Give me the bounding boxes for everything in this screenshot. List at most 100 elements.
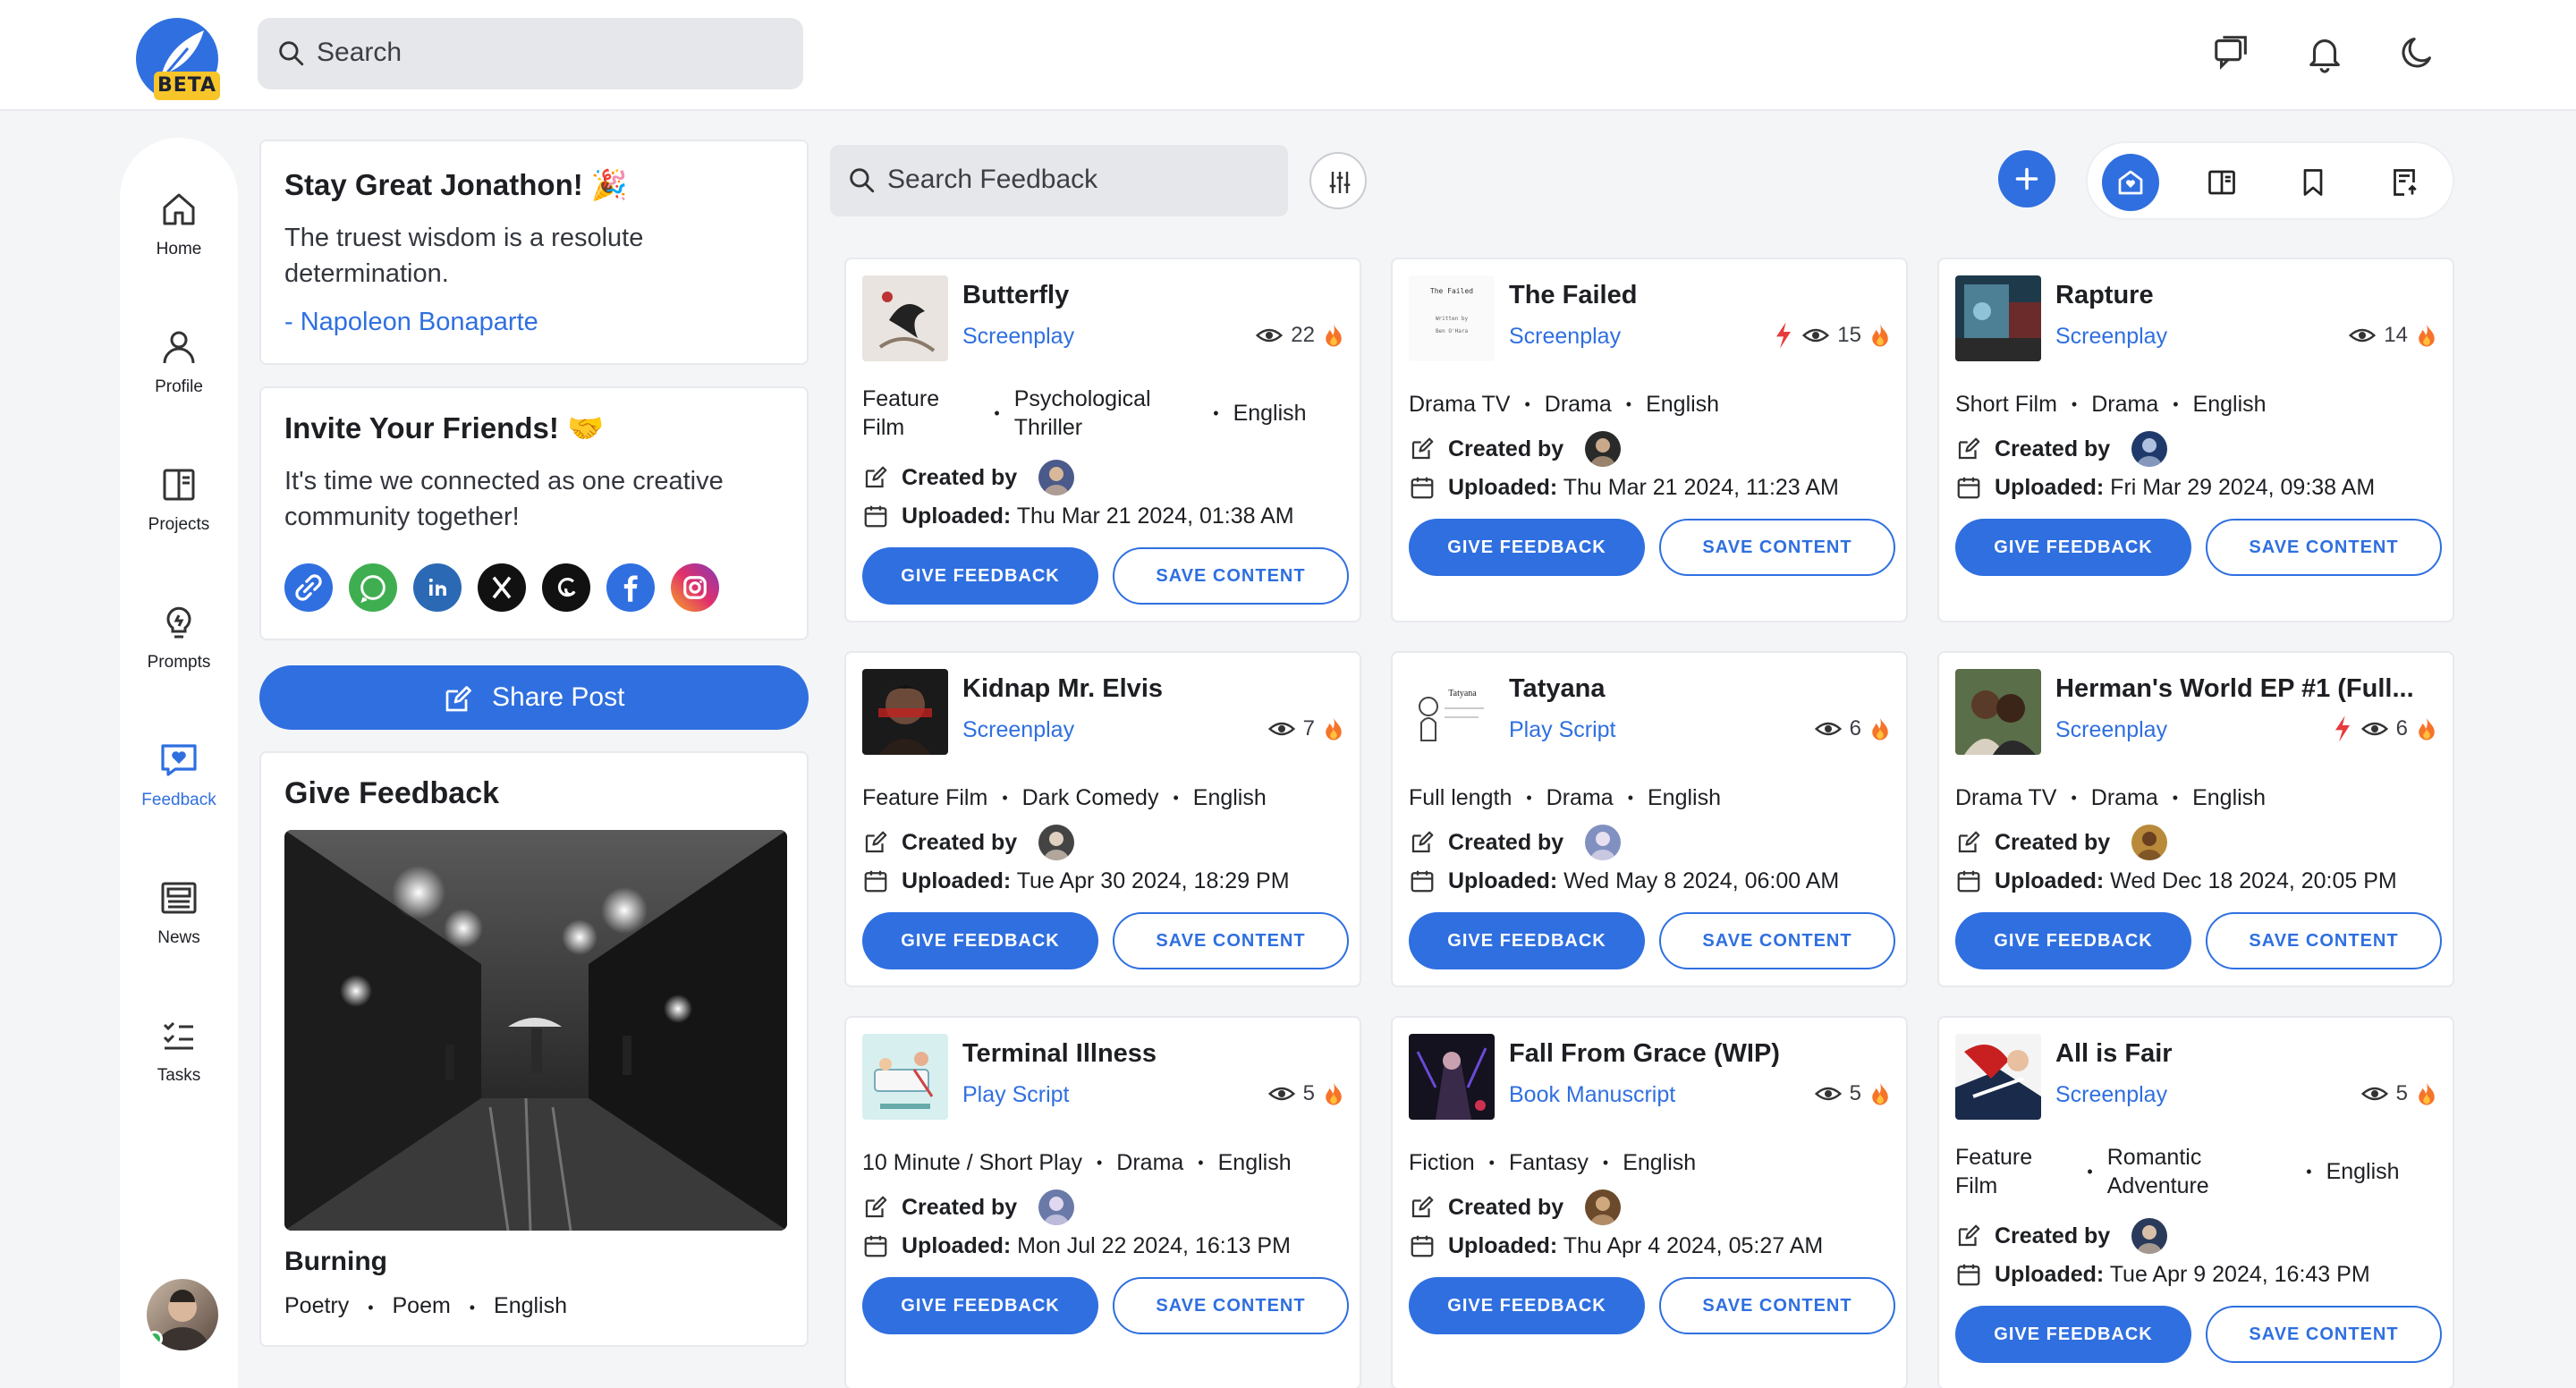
- feedback-card[interactable]: Terminal Illness Play Script 5 10 Minute…: [844, 1016, 1361, 1388]
- lightbulb-icon: [166, 606, 191, 639]
- give-feedback-button[interactable]: GIVE FEEDBACK: [1955, 1306, 2191, 1363]
- card-title[interactable]: Tatyana: [1509, 674, 1894, 704]
- card-thumbnail[interactable]: [1955, 669, 2041, 755]
- global-search-input[interactable]: Search: [258, 18, 803, 89]
- home-icon: [163, 193, 195, 225]
- app-logo[interactable]: BETA: [132, 16, 225, 102]
- card-thumbnail[interactable]: The Failed Written by Ben O'Hara: [1409, 275, 1495, 361]
- nav-projects[interactable]: Projects: [120, 463, 238, 535]
- nav-home[interactable]: Home: [120, 188, 238, 259]
- give-feedback-button[interactable]: GIVE FEEDBACK: [1955, 912, 2191, 969]
- bell-icon[interactable]: [2304, 32, 2345, 73]
- card-thumbnail[interactable]: [862, 1034, 948, 1120]
- feedback-card[interactable]: Tatyana Tatyana Play Script 6 Full lengt…: [1391, 651, 1908, 987]
- save-content-button[interactable]: SAVE CONTENT: [1113, 547, 1349, 605]
- share-link-button[interactable]: [284, 563, 333, 612]
- fire-icon: [1872, 717, 1888, 741]
- give-feedback-image[interactable]: [284, 830, 787, 1231]
- creator-avatar[interactable]: [1585, 431, 1622, 467]
- give-feedback-button[interactable]: GIVE FEEDBACK: [1409, 1277, 1645, 1334]
- view-projects-button[interactable]: [2193, 154, 2250, 211]
- nav-feedback[interactable]: Feedback: [120, 739, 238, 810]
- card-title[interactable]: Rapture: [2055, 281, 2440, 310]
- feedback-icon: [161, 744, 197, 776]
- save-content-button[interactable]: SAVE CONTENT: [1659, 912, 1895, 969]
- card-thumbnail[interactable]: Tatyana: [1409, 669, 1495, 755]
- card-thumbnail[interactable]: [862, 275, 948, 361]
- save-content-button[interactable]: SAVE CONTENT: [2206, 912, 2442, 969]
- moon-icon[interactable]: [2397, 32, 2438, 73]
- feedback-card[interactable]: Kidnap Mr. Elvis Screenplay 7 Feature Fi…: [844, 651, 1361, 987]
- give-feedback-item-title[interactable]: Burning: [284, 1247, 387, 1277]
- share-post-button[interactable]: Share Post: [259, 665, 809, 730]
- feedback-card[interactable]: All is Fair Screenplay 5 Feature Film • …: [1937, 1016, 2454, 1388]
- feedback-card[interactable]: Rapture Screenplay 14 Short Film • Drama…: [1937, 258, 2454, 622]
- creator-avatar[interactable]: [2131, 431, 2168, 467]
- card-thumbnail[interactable]: [862, 669, 948, 755]
- newspaper-icon: [161, 882, 197, 914]
- give-feedback-button[interactable]: GIVE FEEDBACK: [1409, 519, 1645, 576]
- give-feedback-button[interactable]: GIVE FEEDBACK: [862, 547, 1098, 605]
- view-uploads-button[interactable]: [2376, 154, 2433, 211]
- view-saved-button[interactable]: [2284, 154, 2342, 211]
- creator-avatar[interactable]: [1038, 1189, 1075, 1225]
- share-linkedin-button[interactable]: [413, 563, 462, 612]
- user-avatar[interactable]: [147, 1279, 218, 1350]
- view-feedback-button[interactable]: [2102, 154, 2159, 211]
- save-content-button[interactable]: SAVE CONTENT: [1113, 1277, 1349, 1334]
- creator-avatar[interactable]: [1585, 825, 1622, 860]
- creator-avatar[interactable]: [2131, 825, 2168, 860]
- card-title[interactable]: Herman's World EP #1 (Full...: [2055, 674, 2440, 704]
- feedback-search-input[interactable]: Search Feedback: [830, 145, 1288, 216]
- save-content-button[interactable]: SAVE CONTENT: [1113, 912, 1349, 969]
- x-icon: [492, 576, 512, 599]
- tag: Romantic Adventure: [2106, 1145, 2209, 1198]
- share-instagram-button[interactable]: [671, 563, 719, 612]
- eye-icon: [1802, 328, 1830, 343]
- give-feedback-button[interactable]: GIVE FEEDBACK: [862, 1277, 1098, 1334]
- nav-prompts[interactable]: Prompts: [120, 601, 238, 673]
- bookmark-icon: [2303, 169, 2323, 196]
- feedback-card[interactable]: Butterfly Screenplay 22 Feature Film • P…: [844, 258, 1361, 622]
- greeting-quote: The truest wisdom is a resolute determin…: [284, 224, 644, 288]
- card-title[interactable]: All is Fair: [2055, 1039, 2440, 1069]
- share-x-button[interactable]: [478, 563, 526, 612]
- uploaded-date: Fri Mar 29 2024, 09:38 AM: [2110, 474, 2376, 500]
- creator-avatar[interactable]: [2131, 1218, 2168, 1254]
- feedback-card[interactable]: Herman's World EP #1 (Full... Screenplay…: [1937, 651, 2454, 987]
- share-whatsapp-button[interactable]: [349, 563, 397, 612]
- give-feedback-button[interactable]: GIVE FEEDBACK: [1955, 519, 2191, 576]
- card-title[interactable]: The Failed: [1509, 281, 1894, 310]
- card-stats: 15: [1773, 320, 1892, 351]
- card-thumbnail[interactable]: [1955, 1034, 2041, 1120]
- nav-label-home: Home: [156, 240, 202, 258]
- card-title[interactable]: Fall From Grace (WIP): [1509, 1039, 1894, 1069]
- messages-icon[interactable]: [2211, 32, 2252, 73]
- save-content-button[interactable]: SAVE CONTENT: [2206, 519, 2442, 576]
- card-type: Screenplay: [2055, 717, 2168, 742]
- creator-avatar[interactable]: [1585, 1189, 1622, 1225]
- feedback-card[interactable]: Fall From Grace (WIP) Book Manuscript 5 …: [1391, 1016, 1908, 1388]
- nav-profile[interactable]: Profile: [120, 326, 238, 397]
- feedback-card[interactable]: The Failed Written by Ben O'Hara The Faile…: [1391, 258, 1908, 622]
- creator-avatar[interactable]: [1038, 825, 1075, 860]
- card-title[interactable]: Kidnap Mr. Elvis: [962, 674, 1347, 704]
- add-feedback-button[interactable]: [1998, 150, 2055, 207]
- created-by-row: Created by: [1955, 431, 2168, 467]
- share-threads-button[interactable]: [542, 563, 590, 612]
- card-thumbnail[interactable]: [1955, 275, 2041, 361]
- card-title[interactable]: Terminal Illness: [962, 1039, 1347, 1069]
- filter-button[interactable]: [1309, 152, 1367, 209]
- nav-news[interactable]: News: [120, 876, 238, 948]
- card-thumbnail[interactable]: [1409, 1034, 1495, 1120]
- card-title[interactable]: Butterfly: [962, 281, 1347, 310]
- save-content-button[interactable]: SAVE CONTENT: [1659, 1277, 1895, 1334]
- give-feedback-button[interactable]: GIVE FEEDBACK: [862, 912, 1098, 969]
- share-facebook-button[interactable]: [606, 563, 655, 612]
- give-feedback-button[interactable]: GIVE FEEDBACK: [1409, 912, 1645, 969]
- creator-avatar[interactable]: [1038, 460, 1075, 495]
- nav-tasks[interactable]: Tasks: [120, 1014, 238, 1086]
- save-content-button[interactable]: SAVE CONTENT: [1659, 519, 1895, 576]
- save-content-button[interactable]: SAVE CONTENT: [2206, 1306, 2442, 1363]
- tag-separator: •: [1198, 1153, 1204, 1172]
